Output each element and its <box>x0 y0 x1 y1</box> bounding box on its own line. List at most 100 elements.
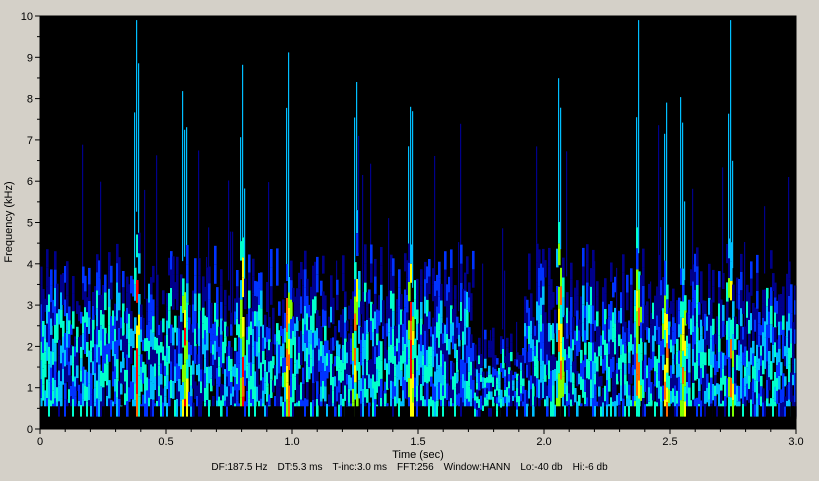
high-frequency-streak <box>184 129 186 257</box>
spectrogram-cell <box>612 357 615 372</box>
spectrogram-cell <box>582 285 585 305</box>
spectrogram-cell <box>642 248 645 268</box>
spectrogram-cell <box>750 278 753 296</box>
spectrogram-cell <box>364 244 367 264</box>
spectrogram-cell <box>510 333 513 343</box>
spectrogram-cell <box>604 293 607 309</box>
spectrogram-cell <box>672 302 675 318</box>
spectrogram-cell <box>50 269 53 286</box>
high-frequency-streak <box>156 155 158 275</box>
high-frequency-streak <box>616 267 618 320</box>
spectrogram-cell <box>596 281 599 297</box>
spectrogram-cell <box>342 273 345 292</box>
spectrogram-cell <box>498 381 501 389</box>
spectrogram-cell <box>790 284 793 299</box>
low-frequency-gap <box>170 406 173 419</box>
spectrogram-cell <box>216 287 219 304</box>
high-frequency-streak <box>594 261 596 321</box>
high-frequency-streak <box>388 218 390 291</box>
spectrogram-cell <box>450 286 453 306</box>
y-tick-label: 0 <box>27 424 33 436</box>
high-frequency-streak <box>682 122 684 269</box>
x-tick-label: 0 <box>37 436 43 448</box>
y-tick-label: 9 <box>27 52 33 64</box>
spectrogram-cell <box>660 371 663 387</box>
spectrogram-cell <box>416 278 419 295</box>
tinc-readout: T-inc:3.0 ms <box>332 462 387 473</box>
spectrogram-cell <box>622 272 625 291</box>
spectrogram-cell <box>332 297 335 311</box>
spectrogram-cell <box>420 302 423 319</box>
high-frequency-streak <box>490 330 492 341</box>
spectrogram-cell <box>380 341 383 360</box>
high-frequency-streak <box>142 314 144 318</box>
spectrogram-cell <box>732 284 735 302</box>
spectrogram-cell <box>214 264 217 284</box>
spectrogram-cell <box>708 263 711 281</box>
spectrogram-cell <box>186 245 189 265</box>
spectrogram-cell <box>666 284 669 300</box>
spectrogram-cell <box>102 387 105 402</box>
high-frequency-streak <box>460 123 462 245</box>
spectrogram-cell <box>788 261 791 279</box>
high-frequency-streak <box>728 113 730 239</box>
y-tick-label: 5 <box>27 218 33 230</box>
spectrogram-cell <box>384 393 387 405</box>
spectrogram-cell <box>420 285 423 302</box>
spectrogram-cell <box>586 320 589 340</box>
spectrogram-cell <box>336 294 339 311</box>
spectrogram-cell <box>248 290 251 309</box>
high-frequency-streak <box>744 242 746 327</box>
high-frequency-streak <box>336 260 338 280</box>
high-frequency-streak <box>182 91 184 262</box>
spectrogram-cell <box>200 357 203 370</box>
high-frequency-streak <box>144 189 146 299</box>
spectrogram-cell <box>464 272 467 291</box>
spectrogram-cell <box>688 387 691 402</box>
spectrogram-cell <box>728 357 731 377</box>
spectrogram-cell <box>428 259 431 277</box>
spectrogram-cell <box>652 384 655 401</box>
y-tick-label: 6 <box>27 176 33 188</box>
spectrogram-cell <box>570 279 573 297</box>
high-frequency-streak <box>410 106 412 245</box>
spectrogram-cell <box>492 337 495 348</box>
spectrogram-cell <box>722 304 725 321</box>
spectrogram-cell <box>512 380 515 386</box>
spectrogram-cell <box>750 261 753 279</box>
spectrogram-cell <box>630 268 633 285</box>
high-frequency-streak <box>722 167 724 273</box>
spectrogram-cell <box>582 266 585 286</box>
spectrogram-cell <box>110 282 113 300</box>
spectrogram-cell <box>454 285 457 300</box>
spectrogram-cell <box>484 349 487 359</box>
spectrogram-cell <box>226 326 229 337</box>
high-frequency-streak <box>370 163 372 245</box>
spectrogram-cell <box>130 346 133 364</box>
spectrogram-cell <box>618 404 621 417</box>
spectrogram-cell <box>534 396 537 407</box>
spectrogram-cell <box>576 280 579 296</box>
high-frequency-streak <box>636 117 638 228</box>
spectrogram-cell <box>122 271 125 288</box>
spectrogram-cell <box>224 289 227 306</box>
spectrogram-cell <box>420 269 423 286</box>
spectrogram-cell <box>458 346 461 359</box>
spectrogram-cell <box>50 285 53 303</box>
spectrogram-cell <box>374 276 377 294</box>
spectrogram-cell <box>484 358 487 369</box>
spectrogram-cell <box>756 272 759 291</box>
spectrogram-cell <box>756 254 759 273</box>
spectrogram-cell <box>270 267 273 287</box>
spectrogram-cell <box>536 359 539 379</box>
spectrogram-cell <box>572 317 575 329</box>
spectrogram-cell <box>748 333 751 348</box>
spectrogram-cell <box>562 277 565 298</box>
spectrogram-cell <box>492 327 495 338</box>
spectrogram-figure: 0 0.5 1.0 1.5 2.0 2.5 3.0 0 1 2 3 4 5 6 7 8 9 10 Time (s… <box>0 0 819 476</box>
spectrogram-cell <box>696 247 699 267</box>
high-frequency-streak <box>560 107 562 250</box>
spectrogram-cell <box>374 293 377 312</box>
spectrogram-cell <box>454 299 457 315</box>
spectrogram-cell <box>610 262 613 282</box>
